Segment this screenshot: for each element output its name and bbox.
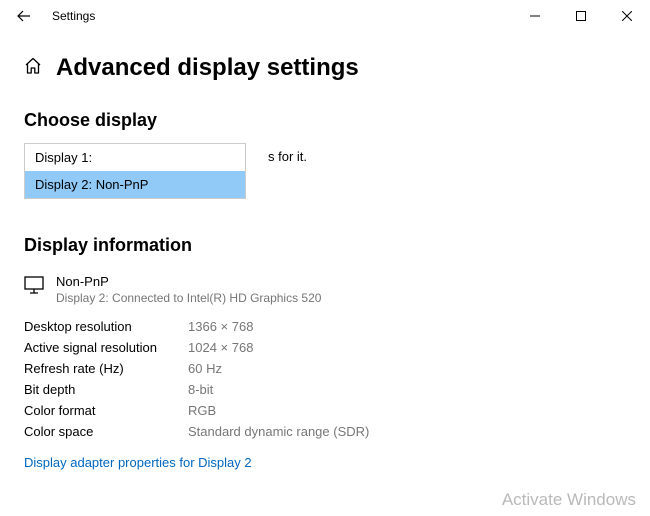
spec-value: Standard dynamic range (SDR) (188, 424, 369, 439)
spec-label: Active signal resolution (24, 340, 188, 355)
arrow-left-icon (17, 9, 31, 23)
choose-display-heading: Choose display (24, 110, 626, 131)
window-title: Settings (52, 9, 95, 23)
monitor-connection: Display 2: Connected to Intel(R) HD Grap… (56, 291, 321, 305)
minimize-icon (530, 11, 540, 21)
display-option-2[interactable]: Display 2: Non-PnP (25, 171, 245, 198)
monitor-summary: Non-PnP Display 2: Connected to Intel(R)… (24, 274, 626, 305)
display-info-heading: Display information (24, 235, 626, 256)
spec-label: Bit depth (24, 382, 188, 397)
back-button[interactable] (8, 0, 40, 32)
spec-row: Active signal resolution 1024 × 768 (24, 340, 626, 355)
maximize-button[interactable] (558, 0, 604, 32)
monitor-icon (24, 276, 44, 299)
monitor-name: Non-PnP (56, 274, 321, 289)
spec-value: 60 Hz (188, 361, 222, 376)
display-dropdown-list[interactable]: Display 1: Display 2: Non-PnP (24, 143, 246, 199)
home-icon[interactable] (24, 57, 42, 80)
spec-row: Color space Standard dynamic range (SDR) (24, 424, 626, 439)
spec-row: Desktop resolution 1366 × 768 (24, 319, 626, 334)
page-title: Advanced display settings (56, 54, 359, 82)
spec-row: Refresh rate (Hz) 60 Hz (24, 361, 626, 376)
close-icon (622, 11, 632, 21)
adapter-properties-link[interactable]: Display adapter properties for Display 2 (24, 455, 252, 470)
close-button[interactable] (604, 0, 650, 32)
spec-label: Refresh rate (Hz) (24, 361, 188, 376)
page-header: Advanced display settings (24, 54, 626, 82)
maximize-icon (576, 11, 586, 21)
spec-row: Bit depth 8-bit (24, 382, 626, 397)
spec-value: 1024 × 768 (188, 340, 253, 355)
spec-value: 1366 × 768 (188, 319, 253, 334)
display-option-1[interactable]: Display 1: (25, 144, 245, 171)
titlebar: Settings (0, 0, 650, 32)
spec-value: RGB (188, 403, 216, 418)
spec-value: 8-bit (188, 382, 213, 397)
spec-label: Color format (24, 403, 188, 418)
spec-label: Color space (24, 424, 188, 439)
spec-label: Desktop resolution (24, 319, 188, 334)
specs-table: Desktop resolution 1366 × 768 Active sig… (24, 319, 626, 439)
minimize-button[interactable] (512, 0, 558, 32)
activate-windows-watermark: Activate Windows (502, 490, 636, 510)
window-controls (512, 0, 650, 32)
display-selector: s for it. Display 1: Display 2: Non-PnP (24, 143, 626, 199)
obscured-text-fragment: s for it. (268, 149, 307, 164)
spec-row: Color format RGB (24, 403, 626, 418)
content-area: Advanced display settings Choose display… (0, 54, 650, 472)
